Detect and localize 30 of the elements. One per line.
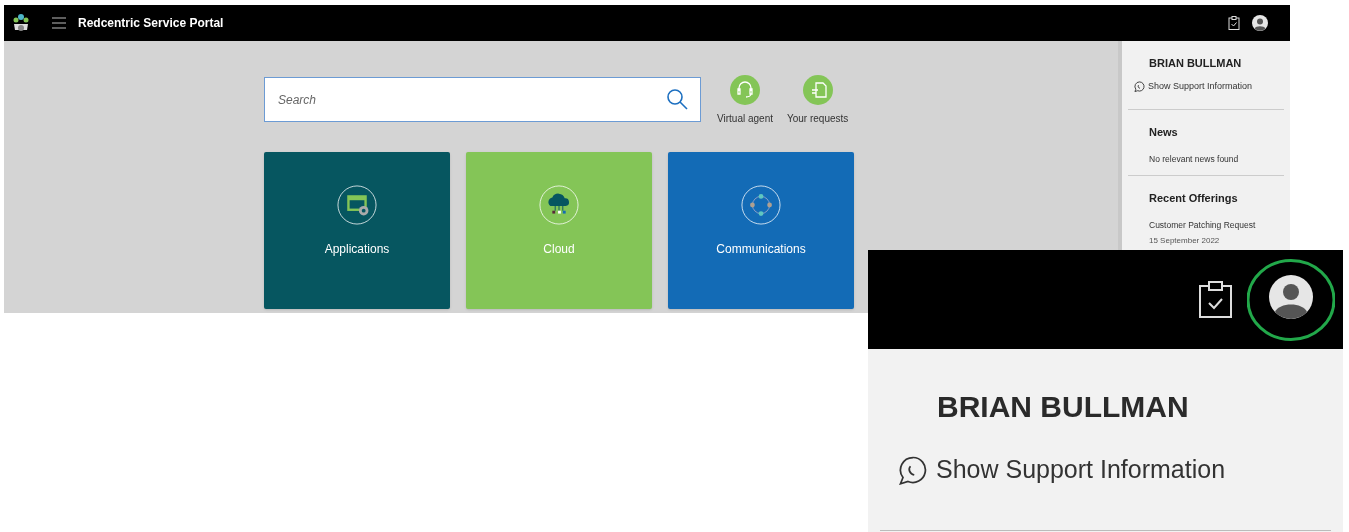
clipboard-icon[interactable] bbox=[1228, 16, 1240, 30]
menu-icon[interactable] bbox=[52, 17, 66, 29]
tile-label: Applications bbox=[324, 241, 390, 258]
section-title: News bbox=[1149, 125, 1179, 140]
clipboard-icon[interactable] bbox=[1199, 281, 1232, 318]
category-tile[interactable]: Communications bbox=[668, 152, 854, 309]
quick-link[interactable]: Your requests bbox=[786, 111, 849, 126]
category-tile[interactable]: Applications bbox=[264, 152, 450, 309]
support-icon bbox=[1134, 80, 1145, 92]
user-name: BRIAN BULLMAN bbox=[937, 392, 1190, 422]
avatar-icon[interactable] bbox=[1252, 15, 1268, 31]
portal-title[interactable]: Redcentric Service Portal bbox=[78, 14, 224, 32]
support-link[interactable]: Show Support Information bbox=[936, 451, 1226, 489]
window-gear-icon bbox=[337, 185, 377, 225]
quick-link[interactable]: Virtual agent bbox=[717, 111, 773, 126]
tile-label: Cloud bbox=[543, 241, 575, 258]
logo-icon[interactable] bbox=[12, 13, 30, 33]
avatar-icon[interactable] bbox=[1247, 258, 1335, 341]
item-date: 15 September 2022 bbox=[1149, 234, 1221, 247]
search-field[interactable]: Search bbox=[264, 77, 701, 122]
support-link[interactable]: Show Support Information bbox=[1148, 79, 1253, 93]
section-item[interactable]: Customer Patching Request bbox=[1149, 218, 1284, 232]
support-icon bbox=[898, 454, 928, 485]
section-item[interactable]: No relevant news found bbox=[1149, 152, 1284, 166]
user-name: BRIAN BULLMAN bbox=[1149, 56, 1243, 71]
search-icon[interactable] bbox=[666, 88, 688, 110]
people-icon bbox=[741, 185, 781, 225]
section-title: Recent Offerings bbox=[1149, 191, 1239, 207]
cloud-icon bbox=[539, 185, 579, 225]
tile-label: Communications bbox=[716, 241, 806, 258]
